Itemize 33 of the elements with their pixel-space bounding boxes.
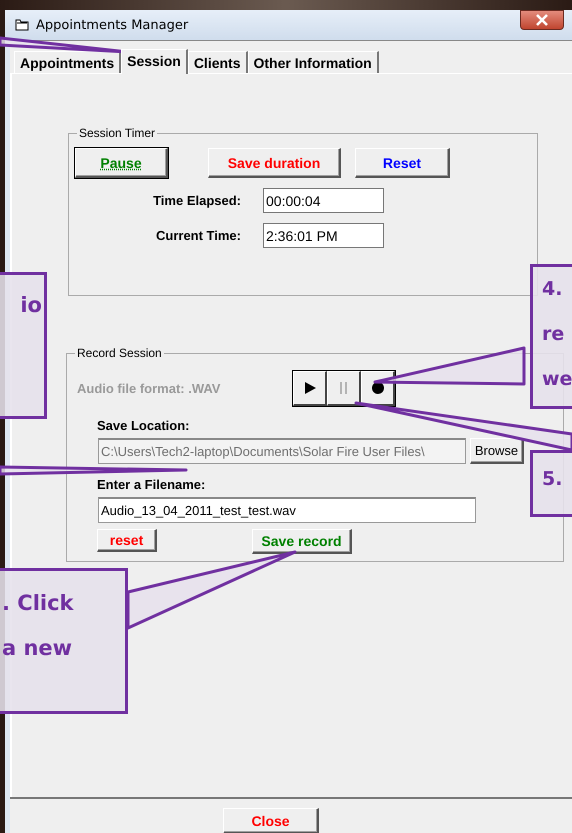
play-icon: [302, 380, 316, 394]
group-title: Session Timer: [78, 126, 156, 140]
button[interactable]: Save record: [252, 529, 352, 554]
field-label: Enter a Filename:: [97, 477, 206, 492]
callout-text: 5.: [542, 467, 564, 492]
field-label: Current Time:: [155, 228, 241, 243]
text-field[interactable]: 00:00:04: [263, 188, 384, 213]
window-icon: [14, 17, 30, 33]
text-field[interactable]: 2:36:01 PM: [263, 223, 384, 248]
browse-button[interactable]: Browse: [470, 438, 524, 464]
callout-text: a new: [2, 635, 74, 662]
button[interactable]: Pause: [75, 148, 168, 178]
callout-text: io: [19, 292, 42, 319]
close-icon: [535, 14, 549, 26]
field-label: Save Location:: [97, 418, 190, 433]
field-label: Time Elapsed:: [152, 193, 241, 208]
tab[interactable]: Session: [121, 49, 188, 74]
tab[interactable]: Other Information: [248, 51, 379, 73]
filename-field[interactable]: Audio_13_04_2011_test_test.wav: [98, 497, 476, 523]
format-label: Audio file format: .WAV: [77, 380, 222, 396]
play-button[interactable]: [293, 370, 327, 406]
callout-text: we: [542, 367, 572, 392]
callout-text: 4.: [542, 277, 564, 302]
callout-text: . Click: [2, 590, 75, 617]
close-button[interactable]: [520, 10, 564, 30]
callout-text: re: [542, 322, 566, 347]
record-icon: [370, 380, 384, 394]
tab[interactable]: Appointments: [14, 51, 122, 73]
group-title: Record Session: [76, 346, 163, 360]
window-title: Appointments Manager: [36, 18, 188, 32]
tab[interactable]: Clients: [188, 51, 248, 73]
button[interactable]: Reset: [355, 148, 450, 178]
pause-icon: [338, 380, 348, 394]
